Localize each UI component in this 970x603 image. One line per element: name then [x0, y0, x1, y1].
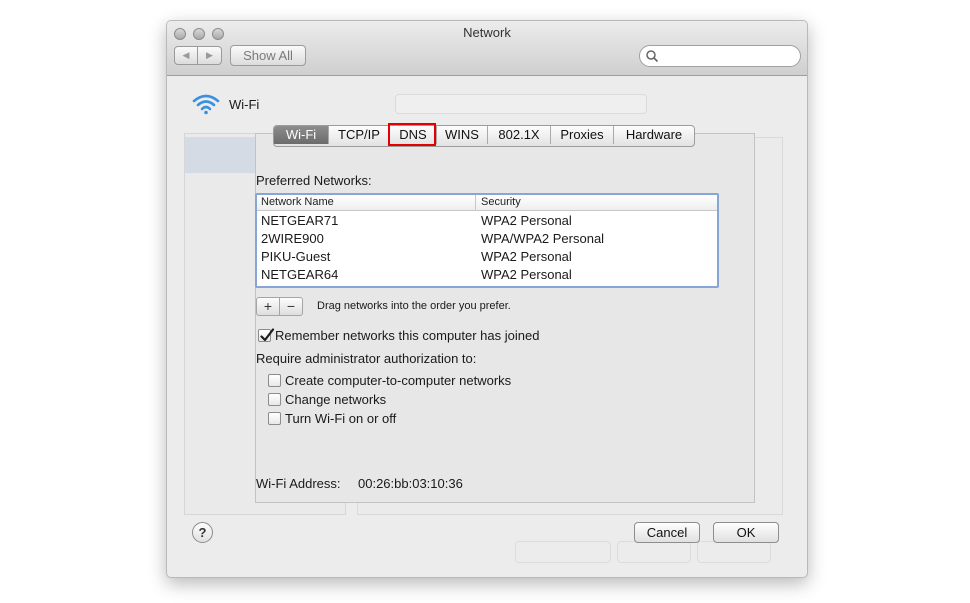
network-name-cell: PIKU-Guest: [261, 249, 331, 264]
create-computer-networks-label[interactable]: Create computer-to-computer networks: [285, 373, 511, 388]
tab-dns[interactable]: DNS: [390, 126, 437, 144]
add-network-button[interactable]: +: [256, 297, 280, 316]
window-title: Network: [463, 25, 511, 40]
security-cell: WPA/WPA2 Personal: [481, 231, 605, 246]
service-name: Wi-Fi: [229, 97, 260, 112]
forward-button[interactable]: ▶: [198, 46, 222, 65]
remember-networks-label[interactable]: Remember networks this computer has join…: [275, 328, 539, 343]
security-cell: WPA2 Personal: [481, 267, 572, 282]
network-name-cell: NETGEAR64: [261, 267, 339, 282]
search-icon: [646, 50, 659, 63]
network-preferences-window: Network ◀ ▶ Show All Wi-Fi Wi-Fi TCP/IP: [166, 20, 808, 578]
preferred-networks-heading: Preferred Networks:: [256, 173, 372, 188]
back-button[interactable]: ◀: [174, 46, 198, 65]
wifi-address-value: 00:26:bb:03:10:36: [358, 476, 463, 491]
turn-wifi-on-off-label[interactable]: Turn Wi-Fi on or off: [285, 411, 396, 426]
tab-wins[interactable]: WINS: [437, 126, 488, 144]
background-location-popup: [395, 94, 647, 114]
forward-arrow-icon: ▶: [206, 50, 213, 60]
background-bottom-button-3: [697, 541, 771, 563]
change-networks-label[interactable]: Change networks: [285, 392, 386, 407]
remove-network-button[interactable]: −: [279, 297, 303, 316]
table-row[interactable]: NETGEAR71 WPA2 Personal: [257, 212, 717, 230]
wifi-icon: [192, 94, 220, 115]
table-header: Network Name Security: [257, 195, 717, 211]
security-cell: WPA2 Personal: [481, 213, 572, 228]
back-arrow-icon: ◀: [182, 50, 190, 60]
preferred-networks-table[interactable]: Network Name Security NETGEAR71 WPA2 Per…: [255, 193, 719, 288]
require-admin-heading: Require administrator authorization to:: [256, 351, 477, 366]
background-bottom-button-1: [515, 541, 611, 563]
column-header-network-name[interactable]: Network Name: [261, 196, 334, 208]
tab-hardware[interactable]: Hardware: [614, 126, 694, 144]
turn-wifi-on-off-checkbox[interactable]: [268, 412, 281, 425]
column-separator: [475, 195, 476, 210]
network-name-cell: NETGEAR71: [261, 213, 339, 228]
advanced-settings-panel: [255, 133, 755, 503]
window-toolbar: Network ◀ ▶ Show All: [167, 21, 807, 76]
column-header-security[interactable]: Security: [481, 196, 521, 208]
table-row[interactable]: PIKU-Guest WPA2 Personal: [257, 248, 717, 266]
table-row[interactable]: 2WIRE900 WPA/WPA2 Personal: [257, 230, 717, 248]
cancel-button[interactable]: Cancel: [634, 522, 700, 543]
remember-networks-checkbox[interactable]: [258, 328, 275, 342]
search-field[interactable]: [639, 45, 801, 67]
security-cell: WPA2 Personal: [481, 249, 572, 264]
ok-button[interactable]: OK: [713, 522, 779, 543]
tab-tcpip[interactable]: TCP/IP: [329, 126, 390, 144]
drag-hint-text: Drag networks into the order you prefer.: [317, 300, 511, 312]
background-bottom-button-2: [617, 541, 691, 563]
wifi-address-label: Wi-Fi Address:: [256, 476, 341, 491]
change-networks-checkbox[interactable]: [268, 393, 281, 406]
create-computer-networks-checkbox[interactable]: [268, 374, 281, 387]
tab-bar: Wi-Fi TCP/IP DNS WINS 802.1X Proxies Har…: [273, 125, 695, 147]
show-all-button[interactable]: Show All: [230, 45, 306, 66]
network-name-cell: 2WIRE900: [261, 231, 324, 246]
tab-proxies[interactable]: Proxies: [551, 126, 614, 144]
tab-8021x[interactable]: 802.1X: [488, 126, 551, 144]
table-row[interactable]: NETGEAR64 WPA2 Personal: [257, 266, 717, 284]
checkmark-icon: [260, 328, 275, 342]
help-button[interactable]: ?: [192, 522, 213, 543]
tab-wifi[interactable]: Wi-Fi: [274, 126, 329, 144]
